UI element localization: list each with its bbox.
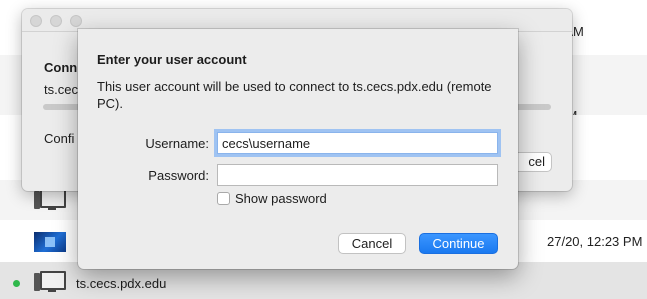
dialog-title: Enter your user account: [97, 52, 247, 67]
connecting-title: Conn: [44, 60, 78, 75]
password-label: Password:: [148, 168, 209, 183]
continue-button[interactable]: Continue: [419, 233, 498, 254]
username-label: Username:: [145, 136, 209, 151]
user-account-dialog: Enter your user account This user accoun…: [78, 29, 518, 269]
show-password-checkbox[interactable]: [217, 192, 230, 205]
connecting-status: Confi: [44, 131, 75, 146]
connecting-host: ts.cec: [44, 82, 78, 97]
show-password-label[interactable]: Show password: [235, 191, 327, 206]
computer-icon: [34, 188, 66, 212]
close-window-button[interactable]: [30, 15, 42, 27]
windows-desktop-thumbnail: [34, 232, 66, 252]
computer-icon: [34, 270, 66, 294]
cancel-button[interactable]: Cancel: [338, 233, 406, 254]
dialog-message: This user account will be used to connec…: [97, 79, 492, 111]
windows-logo-icon: [45, 237, 55, 247]
status-online-icon: [13, 280, 20, 287]
minimize-window-button[interactable]: [50, 15, 62, 27]
username-field[interactable]: [217, 132, 498, 154]
connection-name: ts.cecs.pdx.edu: [76, 276, 167, 291]
row-timestamp: 27/20, 12:23 PM: [547, 234, 643, 249]
password-field[interactable]: [217, 164, 498, 186]
zoom-window-button[interactable]: [70, 15, 82, 27]
